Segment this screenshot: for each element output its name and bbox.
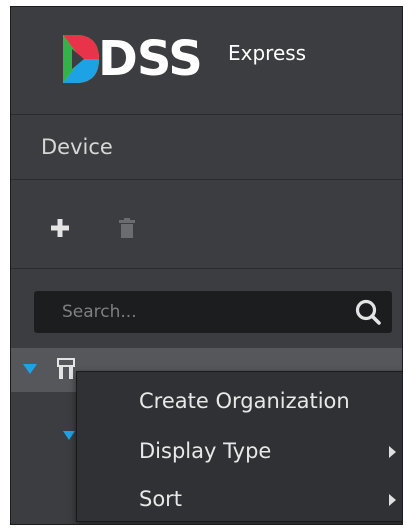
plus-icon: [51, 219, 69, 237]
menu-item-label: Display Type: [139, 439, 272, 463]
logo-area: DSS Express: [11, 7, 402, 115]
chevron-right-icon: [389, 494, 396, 506]
toolbar: [11, 180, 402, 269]
section-header: Device: [11, 115, 402, 180]
menu-item-label: Create Organization: [139, 389, 350, 413]
brand-name: DSS: [98, 31, 203, 87]
chevron-right-icon: [389, 446, 396, 458]
context-menu: Create Organization Display Type Sort: [76, 371, 402, 524]
section-title: Device: [41, 135, 113, 159]
device-panel: DSS Express Device Search... Create Orga…: [10, 6, 403, 525]
trash-icon: [119, 218, 135, 238]
search-box: [34, 291, 392, 333]
menu-item-sort[interactable]: Sort: [77, 476, 402, 524]
triangle-down-icon[interactable]: [63, 431, 75, 440]
menu-item-create-organization[interactable]: Create Organization: [77, 378, 402, 428]
delete-button[interactable]: [115, 216, 139, 240]
search-icon[interactable]: [354, 298, 382, 326]
menu-item-label: Sort: [139, 487, 183, 511]
brand-edition: Express: [228, 41, 307, 65]
menu-item-display-type[interactable]: Display Type: [77, 428, 402, 478]
dss-logo-icon: [63, 35, 99, 83]
triangle-down-icon[interactable]: [23, 364, 37, 374]
organization-icon: [57, 358, 75, 379]
add-button[interactable]: [48, 216, 72, 240]
search-input[interactable]: [34, 291, 334, 333]
